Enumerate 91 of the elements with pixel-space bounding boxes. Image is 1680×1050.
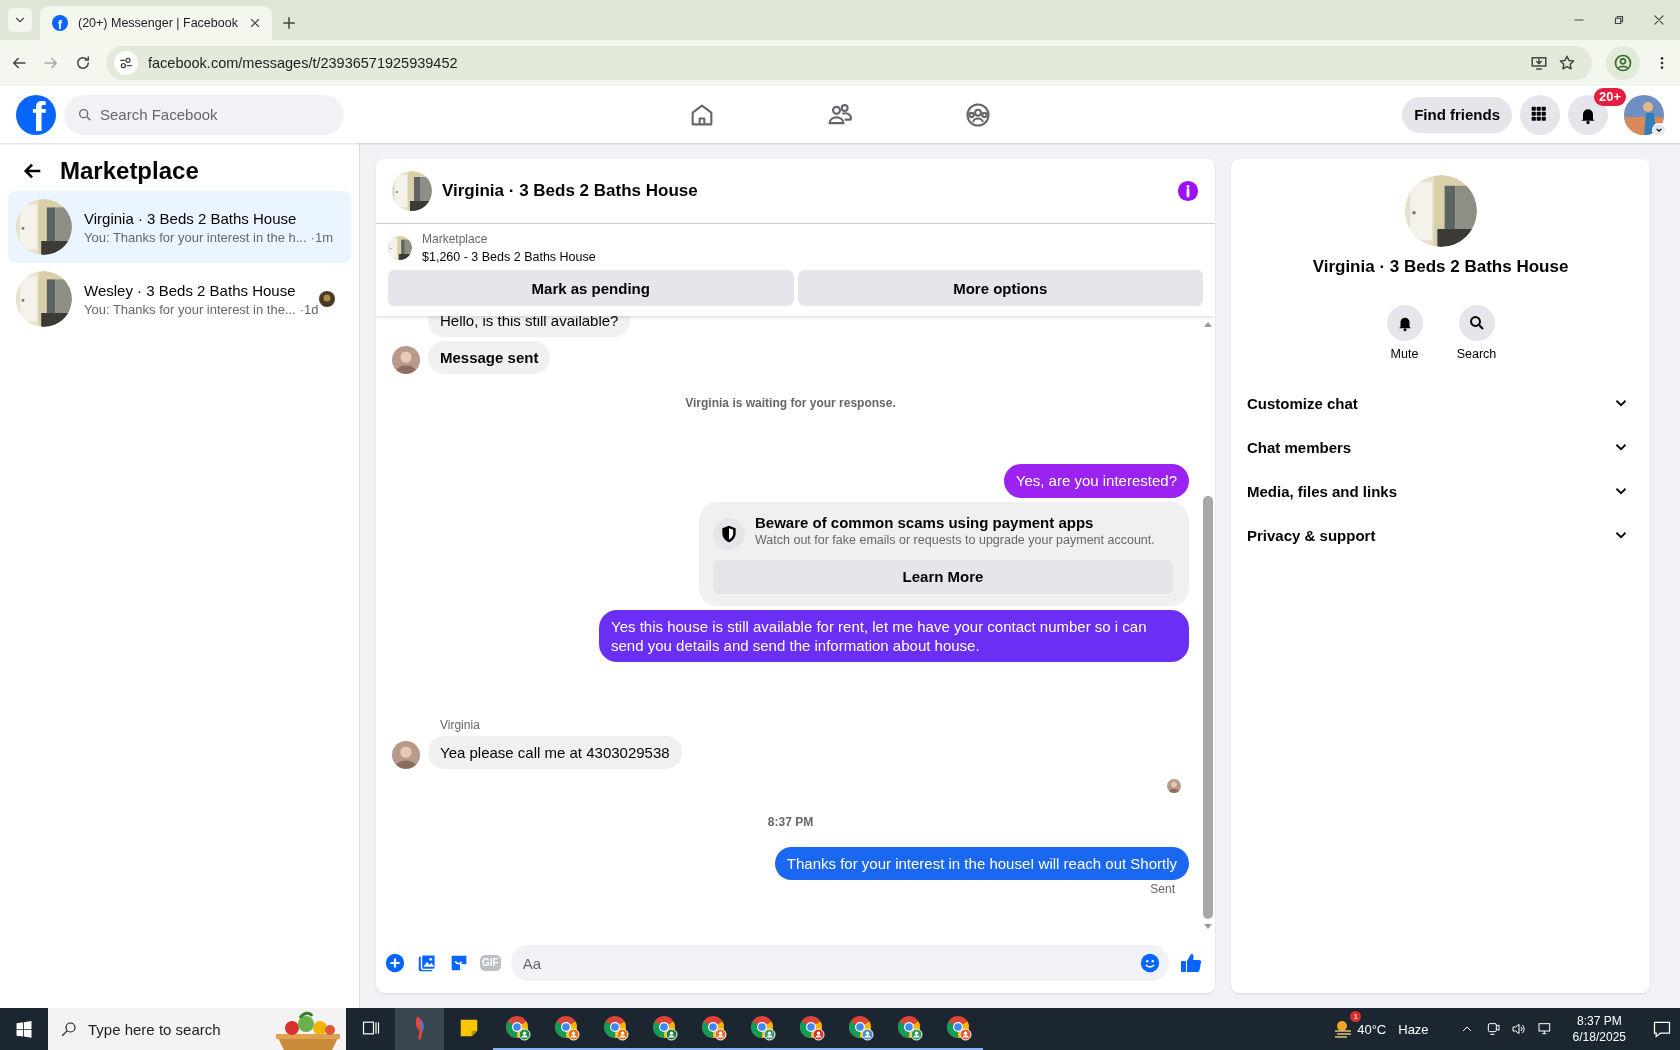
find-friends-button[interactable]: Find friends	[1402, 96, 1512, 133]
browser-icon	[602, 1015, 629, 1041]
taskbar-search-field[interactable]: Type here to search	[48, 1008, 270, 1050]
address-bar[interactable]: facebook.com/messages/t/23936571925939452	[106, 46, 1592, 80]
browser-icon	[945, 1015, 972, 1041]
action-button[interactable]: Mark as pending	[388, 270, 794, 306]
notifications-icon[interactable]	[1652, 1019, 1672, 1039]
message-bubble: Yes this house is still available for rent, let me have your contact number so i can send you details and send the information about house.	[599, 609, 1189, 662]
chevron-icon[interactable]	[1652, 122, 1666, 137]
conversation-item[interactable]: Wesley · 3 Beds 2 Baths House You: Thanks for your interest in the... ·1d	[8, 263, 351, 335]
close-icon[interactable]	[1652, 13, 1666, 27]
star-icon[interactable]	[1558, 54, 1576, 72]
profile-icon[interactable]	[1613, 53, 1633, 73]
message-bubble: Yea please call me at 4303029538	[428, 735, 682, 770]
seen-avatar	[1167, 779, 1181, 794]
message-time: ·1m	[310, 229, 333, 245]
status-text: Virginia is waiting for your response.	[684, 396, 897, 411]
weather-icon[interactable]	[1335, 1018, 1352, 1040]
avatar	[392, 741, 420, 770]
chat-title: Virginia · 3 Beds 2 Baths House	[1312, 257, 1569, 277]
browser-icon	[553, 1015, 580, 1041]
browser-icon	[749, 1015, 776, 1041]
emoji-icon[interactable]	[1139, 952, 1161, 974]
section-header[interactable]: Chat members	[1247, 425, 1634, 469]
groups-icon[interactable]	[964, 100, 992, 129]
tab-title: (20+) Messenger | Facebook	[78, 16, 238, 30]
browser-icon	[847, 1015, 874, 1041]
browser-icon	[504, 1015, 531, 1041]
avatar	[392, 346, 420, 375]
section-header[interactable]: Privacy & support	[1247, 513, 1634, 557]
reload-icon[interactable]	[74, 54, 92, 72]
page-title: Marketplace	[60, 157, 199, 185]
menu-button[interactable]	[1520, 94, 1560, 135]
photo-icon[interactable]	[416, 952, 438, 974]
facebook-logo[interactable]: f	[16, 94, 56, 135]
url-text: facebook.com/messages/t/23936571925939452	[148, 55, 459, 71]
browser-tab[interactable]: f (20+) Messenger | Facebook	[40, 6, 272, 40]
windows-icon[interactable]	[14, 1019, 34, 1039]
search-icon	[1467, 314, 1486, 332]
search-icon	[77, 106, 93, 123]
clock-date: 6/18/2025	[1572, 1029, 1626, 1045]
weather-badge: 1	[1350, 1011, 1362, 1022]
search-icon	[60, 1020, 78, 1038]
section-header[interactable]: Customize chat	[1247, 381, 1634, 425]
clock-time: 8:37 PM	[1575, 1013, 1623, 1029]
listing-label: Marketplace	[422, 232, 489, 246]
tab-list-button[interactable]	[8, 8, 32, 32]
site-settings-icon[interactable]	[118, 55, 134, 71]
install-icon[interactable]	[1530, 54, 1548, 72]
browser-icon	[700, 1015, 727, 1041]
learn-more-button[interactable]: Learn More	[713, 559, 1173, 594]
notification-badge: 20+	[1593, 87, 1626, 106]
scroll-up-icon[interactable]	[1203, 320, 1213, 328]
message-bubble: Thanks for your interest in the houseI will reach out Shortly	[774, 847, 1189, 881]
like-icon[interactable]	[1179, 951, 1203, 975]
volume-icon[interactable]	[1510, 1021, 1527, 1037]
message-preview: You: Thanks for your interest in the h...	[84, 229, 307, 245]
message-field[interactable]: Aa	[510, 945, 1169, 981]
listing-title[interactable]: $1,260 - 3 Beds 2 Baths House	[422, 250, 596, 264]
conversation-name: Wesley · 3 Beds 2 Baths House	[84, 281, 297, 299]
weather-condition: Haze	[1398, 1021, 1429, 1037]
action-button[interactable]: More options	[797, 270, 1203, 306]
new-tab-icon[interactable]	[280, 14, 298, 32]
message-bubble: Yes, are you interested?	[1003, 464, 1189, 498]
close-icon[interactable]	[248, 16, 262, 30]
message-preview: You: Thanks for your interest in the...	[84, 301, 296, 317]
warning-text: Watch out for fake emails or requests to upgrade your payment account.	[755, 532, 1155, 547]
delivery-status: Sent	[1150, 882, 1175, 897]
plus-icon[interactable]	[384, 952, 406, 974]
browser-icon	[798, 1015, 825, 1041]
timestamp: 8:37 PM	[766, 815, 815, 830]
browser-icon	[896, 1015, 923, 1041]
scroll-down-icon[interactable]	[1203, 923, 1213, 931]
warning-title: Beware of common scams using payment apps	[755, 513, 1095, 531]
browser-icon	[651, 1015, 678, 1041]
message-bubble: Hello, is this still available?	[428, 316, 631, 338]
chat-title: Virginia · 3 Beds 2 Baths House	[442, 181, 699, 201]
shield-icon	[719, 523, 739, 544]
conversation-item[interactable]: Virginia · 3 Beds 2 Baths House You: Thanks for your interest in the h... ·1m	[8, 191, 351, 263]
message-time: ·1d	[299, 301, 319, 317]
network-icon[interactable]	[1536, 1021, 1553, 1037]
sender-name: Virginia	[440, 717, 481, 732]
conversation-name: Virginia · 3 Beds 2 Baths House	[84, 209, 298, 227]
restore-icon[interactable]	[1612, 13, 1626, 27]
info-icon[interactable]	[1177, 180, 1199, 202]
feather-icon	[414, 1016, 425, 1040]
temperature: 40°C	[1357, 1021, 1387, 1037]
message-bubble: Message sent	[428, 341, 551, 375]
section-header[interactable]: Media, files and links	[1247, 469, 1634, 513]
site-logo: f	[52, 15, 68, 31]
search-field[interactable]: Search Facebook	[64, 94, 344, 135]
